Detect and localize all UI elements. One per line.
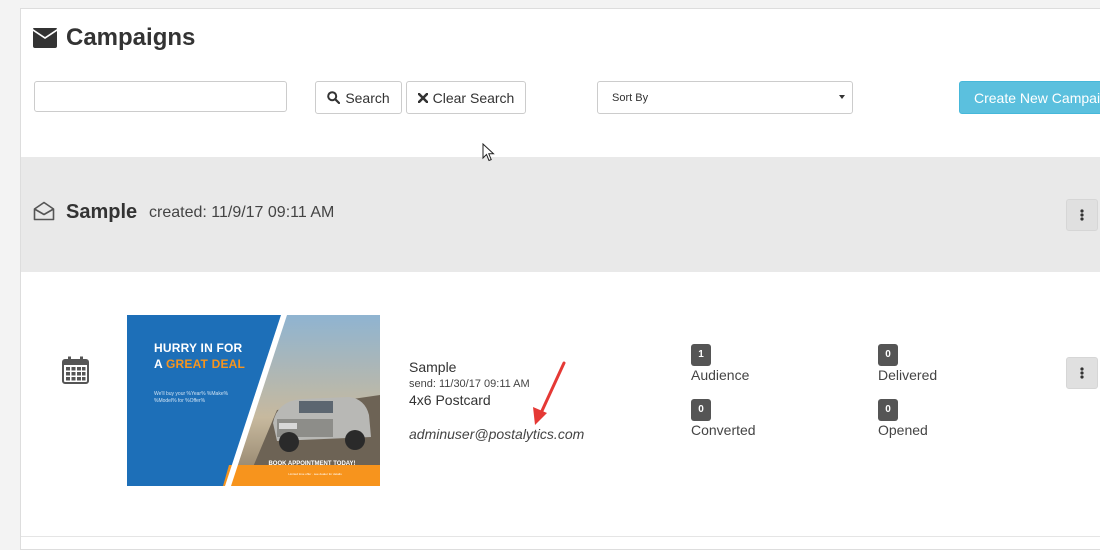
vertical-ellipsis-icon	[1080, 209, 1084, 221]
campaign-group-header[interactable]: Sample created: 11/9/17 09:11 AM	[21, 157, 1100, 272]
opened-count-badge: 0	[878, 399, 898, 421]
sort-selected-value: Sort By	[612, 91, 649, 104]
caret-down-icon	[839, 95, 845, 99]
stat-opened[interactable]: 0 Opened	[878, 399, 928, 438]
sort-select[interactable]: Sort By	[597, 81, 853, 114]
campaigns-panel: Campaigns Search Clear Search Sort By Cr…	[20, 8, 1100, 550]
delivered-label: Delivered	[878, 367, 938, 383]
campaign-send-date: send: 11/30/17 09:11 AM	[409, 378, 530, 390]
vertical-ellipsis-icon	[1080, 367, 1084, 379]
postcard-thumbnail[interactable]: HURRY IN FOR A GREAT DEAL We'll buy your…	[127, 315, 380, 486]
stat-delivered[interactable]: 0 Delivered	[878, 344, 937, 383]
audience-label: Audience	[691, 367, 750, 383]
campaign-details: Sample send: 11/30/17 09:11 AM 4x6 Postc…	[409, 359, 584, 442]
close-icon	[417, 92, 428, 103]
mouse-cursor-icon	[482, 143, 495, 162]
opened-label: Opened	[878, 422, 928, 438]
postcard-fine-print: Limited time offer · see dealer for deta…	[288, 472, 342, 476]
postcard-headline: HURRY IN FOR A GREAT DEAL	[154, 340, 245, 372]
stat-converted[interactable]: 0 Converted	[691, 399, 756, 438]
postcard-headline-line1: HURRY IN FOR	[154, 341, 243, 355]
row-divider	[21, 536, 1100, 537]
clear-search-label: Clear Search	[432, 89, 515, 106]
postcard-headline-highlight: GREAT DEAL	[165, 357, 246, 371]
group-menu-button[interactable]	[1066, 199, 1098, 231]
postcard-headline-prefix: A	[154, 357, 166, 371]
converted-count-badge: 0	[691, 399, 711, 421]
campaign-owner-email: adminuser@postalytics.com	[409, 426, 585, 442]
envelope-open-icon	[33, 201, 55, 221]
page-title: Campaigns	[66, 24, 196, 51]
group-created-date: created: 11/9/17 09:11 AM	[149, 204, 335, 221]
page-header: Campaigns	[33, 23, 195, 53]
campaign-menu-button[interactable]	[1066, 357, 1098, 389]
search-button-label: Search	[345, 89, 390, 106]
delivered-count-badge: 0	[878, 344, 898, 366]
create-campaign-label: Create New Campaign	[974, 89, 1100, 106]
group-name: Sample	[66, 201, 138, 223]
postcard-body-text: We'll buy your %Year% %Make% %Model% for…	[154, 391, 229, 404]
envelope-icon	[33, 28, 57, 48]
campaign-type: 4x6 Postcard	[409, 392, 491, 408]
clear-search-button[interactable]: Clear Search	[406, 81, 526, 114]
calendar-icon	[62, 356, 89, 384]
campaign-name: Sample	[409, 359, 457, 375]
search-input[interactable]	[34, 81, 287, 112]
create-campaign-button[interactable]: Create New Campaign	[959, 81, 1100, 114]
postcard-cta: BOOK APPOINTMENT TODAY!	[268, 461, 356, 467]
stat-audience[interactable]: 1 Audience	[691, 344, 749, 383]
audience-count-badge: 1	[691, 344, 711, 366]
converted-label: Converted	[691, 422, 756, 438]
search-button[interactable]: Search	[315, 81, 402, 114]
search-icon	[327, 91, 341, 104]
postcard-headline-line2: A GREAT DEAL	[154, 356, 245, 372]
